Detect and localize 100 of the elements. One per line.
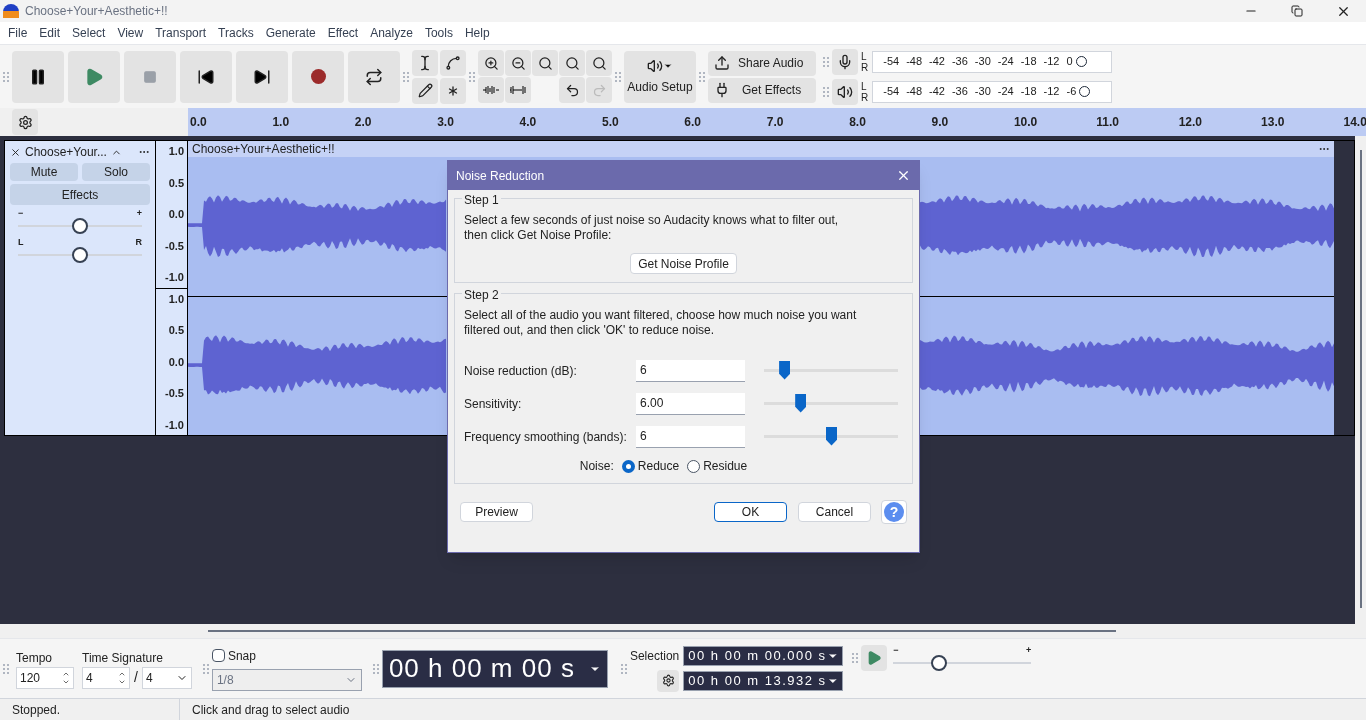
skip-to-start-button[interactable] xyxy=(180,50,232,103)
field-label: Sensitivity: xyxy=(464,395,523,413)
multi-tool-button[interactable] xyxy=(440,77,466,104)
radio-label: Reduce xyxy=(637,458,680,475)
audio-setup-button[interactable]: Audio Setup xyxy=(624,50,696,103)
tempo-label: Tempo xyxy=(16,649,54,667)
menu-item[interactable]: Generate xyxy=(259,24,322,42)
level-meter[interactable]: -54 -48 -42 -36 -30 -24 -18 -12 0 xyxy=(872,50,1113,73)
record-meter-button[interactable] xyxy=(832,48,858,75)
slider-thumb[interactable] xyxy=(795,393,807,413)
draw-tool-button[interactable] xyxy=(412,77,438,104)
play-icon xyxy=(84,66,104,87)
menu-item[interactable]: Select xyxy=(66,24,112,42)
separator: / xyxy=(134,668,138,687)
ruler-label: 9.0 xyxy=(931,114,950,131)
fit-project-button[interactable] xyxy=(559,50,585,76)
share-audio-button[interactable]: Share Audio xyxy=(708,50,816,76)
preview-button[interactable]: Preview xyxy=(460,502,533,522)
fit-selection-button[interactable] xyxy=(532,50,558,76)
value-field[interactable]: 6 xyxy=(636,425,745,448)
menu-item[interactable]: View xyxy=(111,24,150,42)
cancel-button[interactable]: Cancel xyxy=(798,502,871,522)
menu-item[interactable]: File xyxy=(2,24,34,42)
selection-end-display[interactable]: 00 h 00 m 13.932 s xyxy=(683,670,844,691)
speaker-icon xyxy=(837,83,853,100)
radio-button[interactable] xyxy=(621,459,635,473)
restore-icon xyxy=(1291,5,1303,17)
skip-forward-icon xyxy=(253,67,271,86)
play-button[interactable] xyxy=(68,50,120,103)
slider-thumb[interactable] xyxy=(779,360,791,380)
meter-knob-icon[interactable] xyxy=(1079,86,1091,97)
solo-button[interactable]: Solo xyxy=(82,163,150,181)
magnifier-icon xyxy=(564,55,580,71)
playback-speed-slider[interactable] xyxy=(893,655,1032,671)
zoom-in-button[interactable] xyxy=(478,50,504,76)
menu-item[interactable]: Tools xyxy=(418,24,459,42)
amplitude-label: 0.0 xyxy=(168,354,184,370)
zoom-out-button[interactable] xyxy=(505,50,531,76)
settings-button[interactable] xyxy=(657,669,680,692)
mute-button[interactable]: Mute xyxy=(10,163,78,181)
numerator-field[interactable]: 4 xyxy=(82,666,130,689)
menu-item[interactable]: Edit xyxy=(33,24,67,42)
slider-max-label: + xyxy=(1026,645,1032,655)
slider-thumb[interactable] xyxy=(826,426,837,446)
slider-thumb[interactable] xyxy=(72,247,88,263)
meter-tick-label: -24 xyxy=(997,84,1014,100)
ruler-label: 3.0 xyxy=(437,114,455,131)
radio-button[interactable] xyxy=(687,459,701,473)
speaker-icon xyxy=(647,57,673,74)
ruler-label: 1.0 xyxy=(272,114,291,131)
loop-button[interactable] xyxy=(348,50,400,103)
slider-thumb[interactable] xyxy=(930,655,947,671)
timeline-ruler[interactable]: 0.0 1.0 2.0 3.0 4.0 5.0 6.0 7.0 8.0 9.0 10.0 11.0 12.0 13.0 14.0 xyxy=(188,108,1366,136)
close-button[interactable] xyxy=(896,168,911,183)
window-title: Choose+Your+Aesthetic+!! xyxy=(25,3,168,20)
track-name[interactable]: Choose+Your... xyxy=(25,143,107,161)
record-button[interactable] xyxy=(292,50,344,103)
meter-tick-label: -30 xyxy=(974,54,991,70)
undo-button[interactable] xyxy=(559,77,585,103)
value-slider[interactable] xyxy=(764,360,898,381)
meter-tick-label: -6 xyxy=(1066,84,1077,100)
slider-thumb[interactable] xyxy=(72,218,88,234)
menu-item[interactable]: Analyze xyxy=(364,24,419,42)
menu-item[interactable]: Tracks xyxy=(212,24,260,42)
ok-button[interactable]: OK xyxy=(714,502,787,522)
meter-knob-icon[interactable] xyxy=(1075,56,1087,67)
denominator-dropdown[interactable]: 4 xyxy=(141,666,192,689)
selection-tool-button[interactable] xyxy=(412,49,438,76)
trim-button[interactable] xyxy=(478,77,504,103)
playback-meter-button[interactable] xyxy=(832,78,858,105)
snap-dropdown[interactable]: 1/8 xyxy=(211,668,362,691)
snap-checkbox[interactable] xyxy=(211,649,225,662)
menu-item[interactable]: Help xyxy=(458,24,496,42)
envelope-tool-button[interactable] xyxy=(440,49,466,76)
value-slider[interactable] xyxy=(764,393,898,414)
pan-slider[interactable] xyxy=(18,247,142,263)
pause-button[interactable] xyxy=(12,50,64,103)
magnifier-icon xyxy=(537,55,553,71)
get-noise-profile-button[interactable]: Get Noise Profile xyxy=(630,253,737,274)
level-meter[interactable]: -54 -48 -42 -36 -30 -24 -18 -12 -6 xyxy=(872,80,1113,103)
settings-button[interactable] xyxy=(12,109,38,135)
value-field[interactable]: 6.00 xyxy=(636,392,745,415)
value-field[interactable]: 6 xyxy=(636,359,745,382)
effects-button[interactable]: Effects xyxy=(10,184,150,205)
tempo-field[interactable]: 120 xyxy=(16,666,74,689)
meter-tick-label: -36 xyxy=(951,54,968,70)
gain-slider[interactable] xyxy=(18,218,142,234)
silence-button[interactable] xyxy=(505,77,531,103)
menu-item[interactable]: Transport xyxy=(149,24,213,42)
play-at-speed-button[interactable] xyxy=(861,645,888,671)
get-effects-button[interactable]: Get Effects xyxy=(708,77,816,103)
field-label: Noise reduction (dB): xyxy=(464,362,578,380)
close-icon[interactable] xyxy=(10,146,21,158)
menu-item[interactable]: Effect xyxy=(321,24,365,42)
zoom-toggle-button[interactable] xyxy=(586,50,612,76)
skip-to-end-button[interactable] xyxy=(236,50,288,103)
value-slider[interactable] xyxy=(764,426,898,447)
meter-tick-label: -48 xyxy=(906,54,923,70)
selection-start-display[interactable]: 00 h 00 m 00.000 s xyxy=(683,645,844,666)
time-display[interactable]: 00 h 00 m 00 s xyxy=(381,649,608,688)
